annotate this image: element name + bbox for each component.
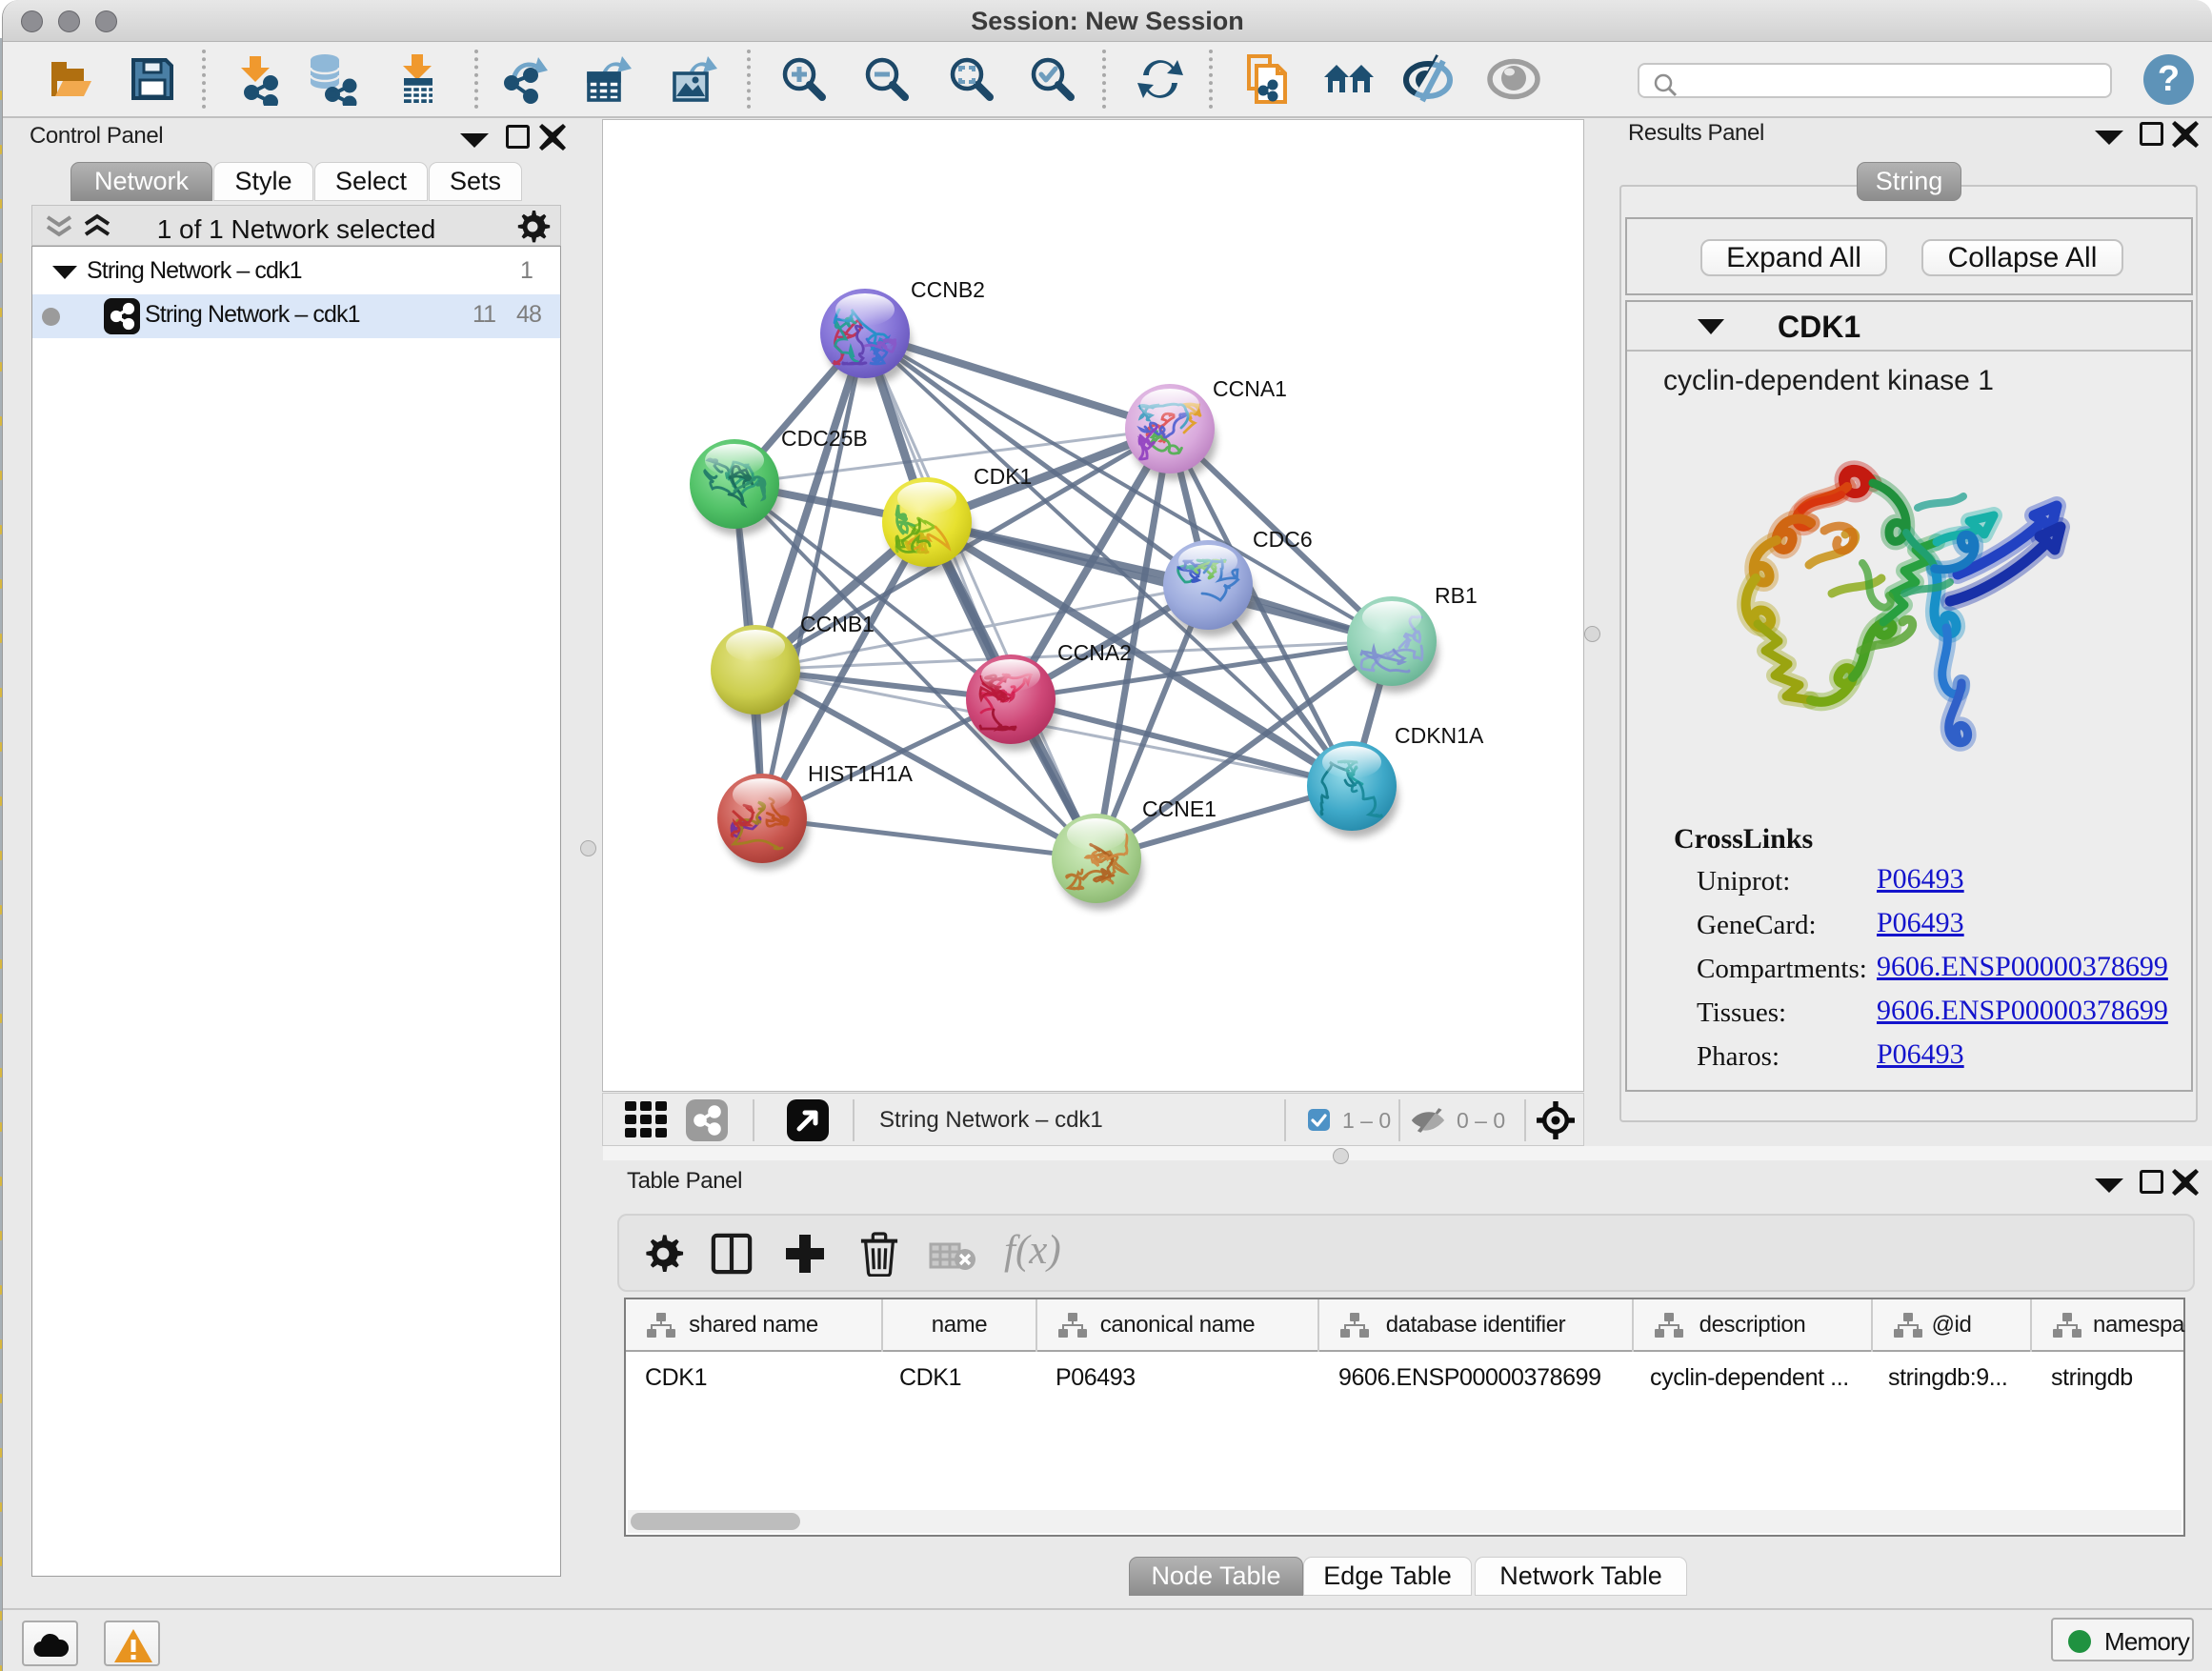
- svg-text:HIST1H1A: HIST1H1A: [808, 761, 914, 786]
- svg-text:CCNE1: CCNE1: [1142, 796, 1217, 821]
- svg-text:CDK1: CDK1: [974, 464, 1032, 489]
- svg-text:CCNA1: CCNA1: [1213, 376, 1287, 401]
- svg-text:CCNB2: CCNB2: [911, 277, 985, 302]
- svg-text:CCNA2: CCNA2: [1057, 640, 1132, 665]
- svg-text:CDC25B: CDC25B: [781, 426, 868, 451]
- svg-text:CDKN1A: CDKN1A: [1395, 723, 1484, 748]
- svg-text:RB1: RB1: [1435, 583, 1478, 608]
- svg-text:CDC6: CDC6: [1253, 527, 1313, 552]
- svg-text:CCNB1: CCNB1: [800, 612, 875, 636]
